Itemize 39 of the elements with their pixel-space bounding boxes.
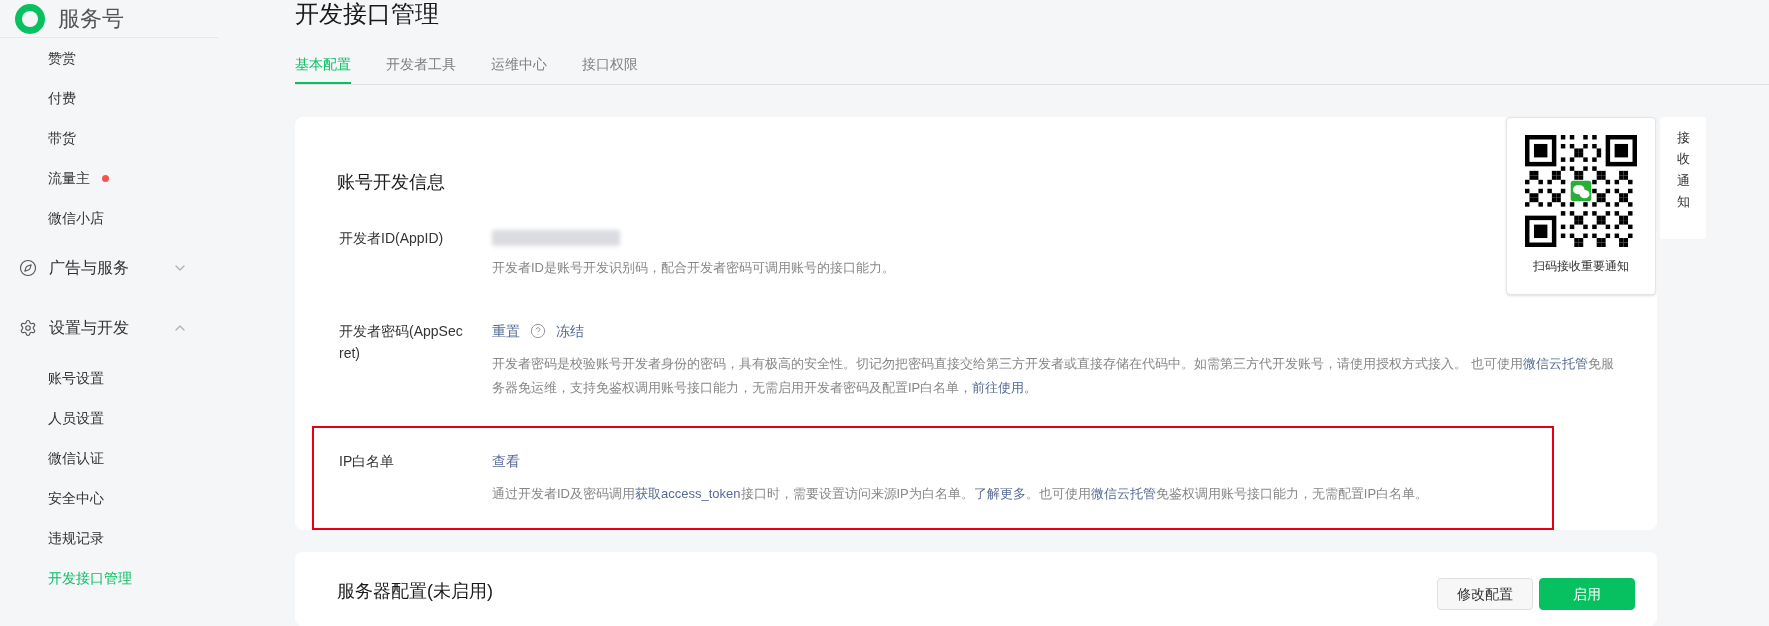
sidebar-item[interactable]: 赞赏 (48, 47, 76, 69)
settings-icon (19, 319, 37, 337)
inline-link[interactable]: 微信云托管 (1522, 356, 1588, 371)
inline-link[interactable]: 了解更多 (973, 486, 1026, 501)
config-button[interactable]: 修改配置 (1437, 578, 1533, 610)
field-description: 开发者密码是校验账号开发者身份的密码，具有极高的安全性。切记勿把密码直接交给第三方开发者或直接存储在代码中。如需第三方代开发账号，请使用授权方式接入。 也可使用微信云托管免服务器免运维，支持免鉴权调用账号接口能力，无需启用开发者密码及配置IP白名单，前往使用。 (492, 355, 1615, 397)
sidebar-item[interactable]: 付费 (48, 87, 76, 109)
page-title: 开发接口管理 (295, 0, 440, 28)
tab[interactable]: 开发者工具 (386, 46, 456, 84)
sidebar-item[interactable]: 微信认证 (48, 447, 104, 469)
notification-side-tab[interactable]: 接收通知 (1660, 117, 1706, 239)
sidebar-item[interactable]: 微信小店 (48, 207, 104, 229)
sidebar-group[interactable]: 设置与开发 (49, 316, 129, 340)
field-description: 通过开发者ID及密码调用获取access_token接口时，需要设置访问来源IP为白名单。了解更多。也可使用微信云托管免鉴权调用账号接口能力，无需配置IP白名单。 (492, 485, 1429, 503)
field-label: 开发者ID(AppID) (339, 229, 445, 248)
sidebar-item[interactable]: 人员设置 (48, 407, 104, 429)
inline-link[interactable]: 前往使用。 (972, 380, 1038, 395)
action-link[interactable]: 冻结 (556, 320, 584, 342)
action-link[interactable]: 重置 (492, 320, 520, 342)
help-icon[interactable] (530, 323, 546, 339)
field-label: 开发者密码(AppSecret) (339, 322, 464, 363)
inline-link[interactable]: 微信云托管 (1090, 486, 1156, 501)
field-description: 开发者ID是账号开发识别码，配合开发者密码可调用账号的接口能力。 (492, 259, 895, 277)
card-title: 账号开发信息 (336, 171, 446, 194)
card-title: 服务器配置(未启用) (337, 580, 493, 603)
sidebar-group[interactable]: 广告与服务 (49, 256, 129, 280)
brand-name: 服务号 (58, 5, 124, 33)
action-link[interactable]: 查看 (492, 450, 520, 472)
inline-link[interactable]: 获取access_token (635, 486, 741, 501)
tab[interactable]: 运维中心 (491, 46, 547, 84)
sidebar-item[interactable]: 流量主 (48, 167, 90, 189)
compass-icon (19, 259, 37, 277)
field-label: IP白名单 (339, 452, 396, 471)
sidebar-item[interactable]: 违规记录 (48, 527, 104, 549)
tab[interactable]: 接口权限 (582, 46, 638, 84)
qr-caption: 扫码接收重要通知 (1533, 258, 1629, 275)
sidebar-item[interactable]: 安全中心 (48, 487, 104, 509)
sidebar-item[interactable]: 账号设置 (48, 367, 104, 389)
sidebar-item[interactable]: 带货 (48, 127, 76, 149)
